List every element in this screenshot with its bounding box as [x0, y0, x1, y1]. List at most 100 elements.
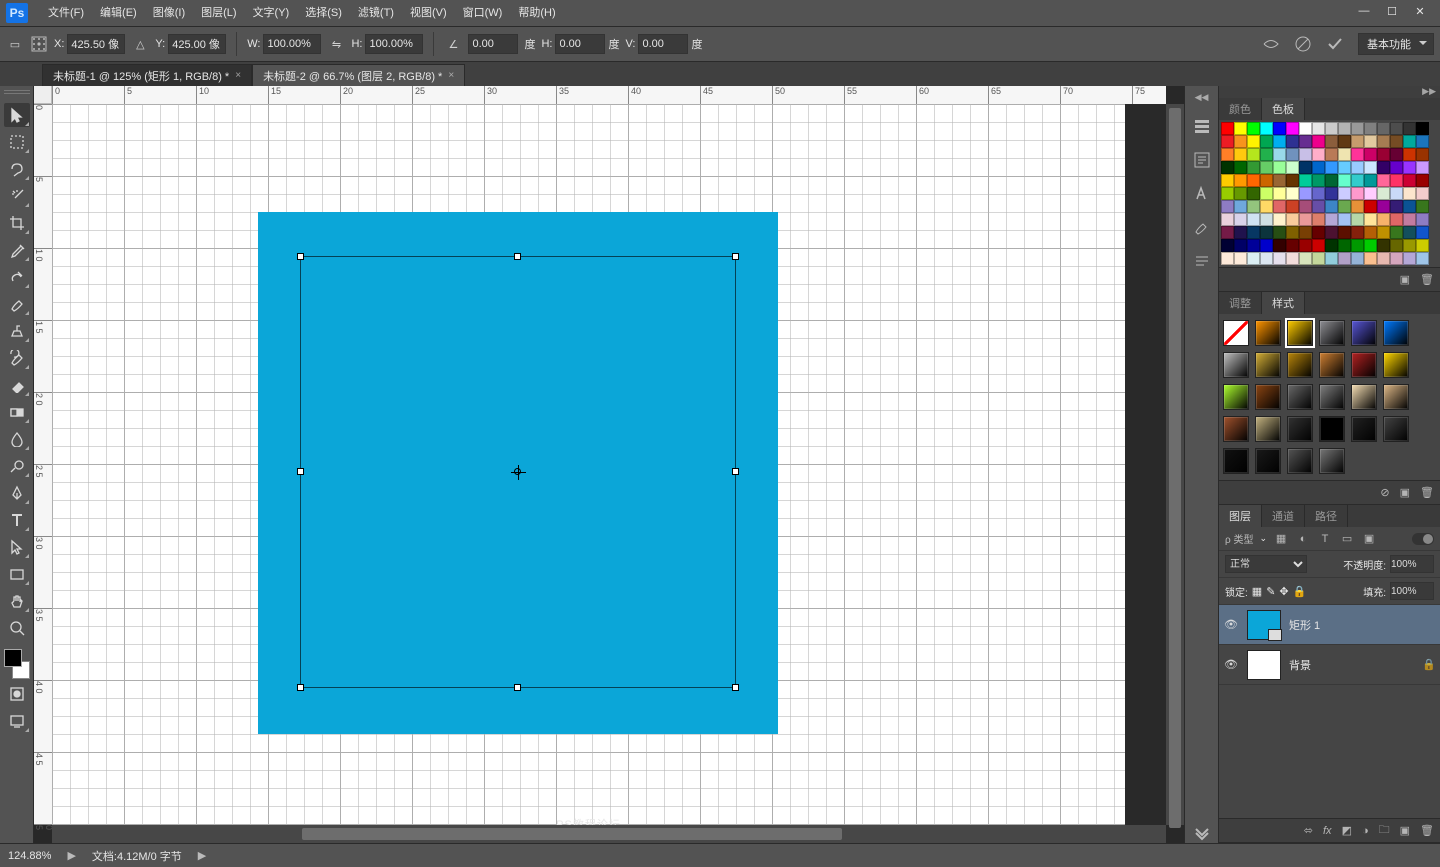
swatch[interactable] — [1351, 213, 1364, 226]
swatch[interactable] — [1364, 161, 1377, 174]
swatch[interactable] — [1338, 148, 1351, 161]
swatch[interactable] — [1312, 161, 1325, 174]
workspace-dropdown[interactable]: 基本功能 — [1358, 33, 1434, 55]
new-layer-icon[interactable]: ▣ — [1400, 824, 1410, 837]
delete-swatch-icon[interactable]: 🗑 — [1420, 273, 1434, 286]
swatch[interactable] — [1403, 148, 1416, 161]
style-preset[interactable] — [1255, 448, 1281, 474]
swatch[interactable] — [1299, 200, 1312, 213]
swatch[interactable] — [1338, 252, 1351, 265]
swatch[interactable] — [1338, 161, 1351, 174]
styles-tab[interactable]: 样式 — [1262, 292, 1305, 314]
swatch[interactable] — [1273, 161, 1286, 174]
swatch[interactable] — [1403, 122, 1416, 135]
rectangle-tool[interactable] — [4, 562, 30, 586]
swatch[interactable] — [1377, 226, 1390, 239]
swatch[interactable] — [1351, 252, 1364, 265]
style-preset[interactable] — [1351, 352, 1377, 378]
swatch[interactable] — [1364, 187, 1377, 200]
layer-mask-icon[interactable]: ◩ — [1342, 824, 1352, 837]
swatch[interactable] — [1390, 226, 1403, 239]
swatch[interactable] — [1286, 252, 1299, 265]
swatch[interactable] — [1312, 148, 1325, 161]
swatch[interactable] — [1286, 200, 1299, 213]
swatch[interactable] — [1377, 122, 1390, 135]
doc-info-arrow[interactable]: ▶ — [198, 849, 206, 862]
swatch[interactable] — [1390, 213, 1403, 226]
swatch[interactable] — [1286, 213, 1299, 226]
swatch[interactable] — [1351, 187, 1364, 200]
swatch[interactable] — [1325, 239, 1338, 252]
clone-stamp-tool[interactable] — [4, 319, 30, 343]
swatch[interactable] — [1364, 135, 1377, 148]
layer-thumbnail[interactable] — [1247, 650, 1281, 680]
style-preset[interactable] — [1287, 448, 1313, 474]
swatch[interactable] — [1325, 148, 1338, 161]
swatch[interactable] — [1247, 213, 1260, 226]
eraser-tool[interactable] — [4, 373, 30, 397]
swatch[interactable] — [1338, 200, 1351, 213]
swatch[interactable] — [1364, 174, 1377, 187]
swatch[interactable] — [1273, 135, 1286, 148]
menu-选择[interactable]: 选择(S) — [297, 0, 350, 26]
swatch[interactable] — [1364, 252, 1377, 265]
swatch[interactable] — [1247, 161, 1260, 174]
swatch[interactable] — [1325, 213, 1338, 226]
swatch[interactable] — [1286, 161, 1299, 174]
swatch[interactable] — [1286, 239, 1299, 252]
swatch[interactable] — [1221, 200, 1234, 213]
window-maximize[interactable]: ☐ — [1378, 0, 1406, 22]
horizontal-ruler[interactable]: 051015202530354045505560657075 — [52, 86, 1166, 104]
swatch[interactable] — [1221, 122, 1234, 135]
swatch[interactable] — [1286, 174, 1299, 187]
channels-tab[interactable]: 通道 — [1262, 505, 1305, 527]
lock-transparency-icon[interactable]: ▦ — [1252, 585, 1262, 598]
layers-tab[interactable]: 图层 — [1219, 505, 1262, 527]
canvas[interactable]: PS教程论坛 BBS.16XX8.COM — [52, 104, 1125, 825]
menu-帮助[interactable]: 帮助(H) — [510, 0, 563, 26]
swatch[interactable] — [1260, 213, 1273, 226]
swatch[interactable] — [1403, 226, 1416, 239]
swatch[interactable] — [1312, 187, 1325, 200]
transform-handle-nw[interactable] — [297, 253, 304, 260]
style-preset[interactable] — [1255, 384, 1281, 410]
healing-brush-tool[interactable] — [4, 265, 30, 289]
swatch[interactable] — [1247, 174, 1260, 187]
swatch[interactable] — [1338, 239, 1351, 252]
swatch[interactable] — [1390, 252, 1403, 265]
shear-v-input[interactable] — [638, 34, 688, 54]
swatch[interactable] — [1299, 174, 1312, 187]
hand-tool[interactable] — [4, 589, 30, 613]
swatch[interactable] — [1416, 200, 1429, 213]
swatch[interactable] — [1260, 252, 1273, 265]
swatch[interactable] — [1390, 200, 1403, 213]
swatch[interactable] — [1299, 161, 1312, 174]
swatch[interactable] — [1325, 122, 1338, 135]
style-preset[interactable] — [1351, 416, 1377, 442]
swatch[interactable] — [1221, 239, 1234, 252]
style-preset[interactable] — [1223, 448, 1249, 474]
swatch[interactable] — [1364, 122, 1377, 135]
swatch[interactable] — [1390, 122, 1403, 135]
document-tab[interactable]: 未标题-1 @ 125% (矩形 1, RGB/8) *× — [42, 64, 252, 86]
transform-registration-point[interactable] — [514, 468, 521, 475]
swatch[interactable] — [1390, 239, 1403, 252]
swatch[interactable] — [1234, 239, 1247, 252]
style-preset[interactable] — [1351, 384, 1377, 410]
swatch[interactable] — [1221, 161, 1234, 174]
swatch[interactable] — [1377, 200, 1390, 213]
history-panel-icon[interactable] — [1191, 115, 1213, 137]
swatch[interactable] — [1260, 200, 1273, 213]
swatch[interactable] — [1377, 239, 1390, 252]
swatch[interactable] — [1338, 174, 1351, 187]
lock-all-icon[interactable]: 🔒 — [1293, 585, 1307, 598]
screen-mode-toggle[interactable] — [4, 709, 30, 733]
swatch[interactable] — [1351, 226, 1364, 239]
menu-窗口[interactable]: 窗口(W) — [455, 0, 511, 26]
swatch[interactable] — [1403, 252, 1416, 265]
menu-文字[interactable]: 文字(Y) — [245, 0, 298, 26]
swatch[interactable] — [1390, 135, 1403, 148]
swatch[interactable] — [1390, 187, 1403, 200]
swatch[interactable] — [1234, 174, 1247, 187]
style-preset[interactable] — [1319, 320, 1345, 346]
